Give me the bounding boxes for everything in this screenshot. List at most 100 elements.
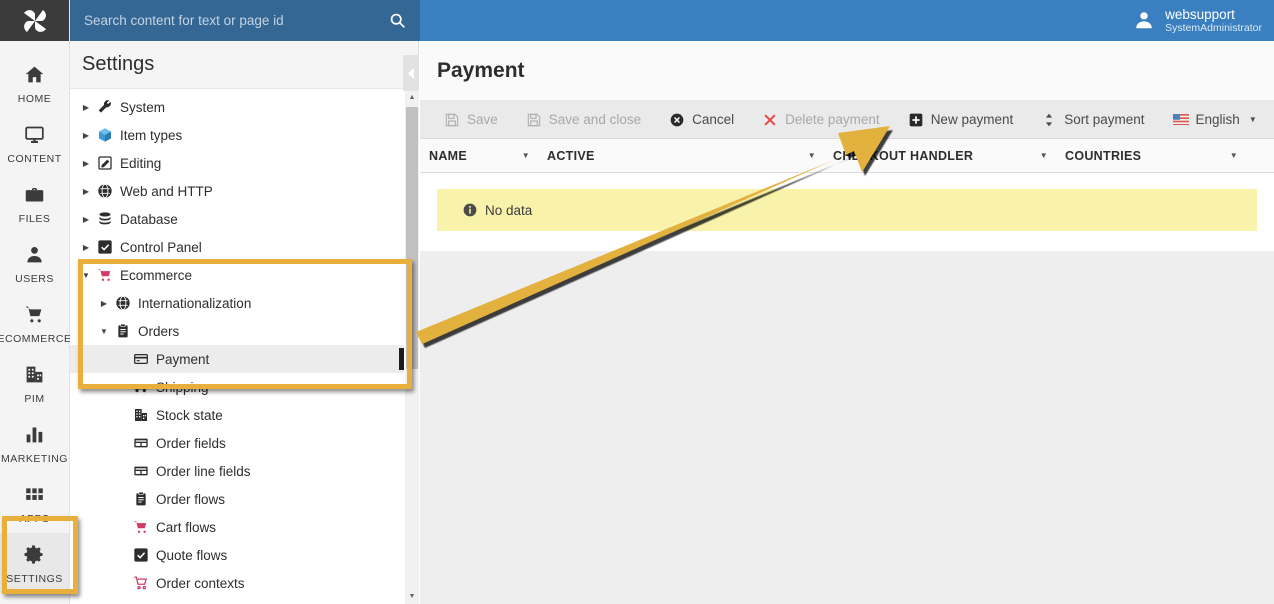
tree-node-label: Order flows bbox=[156, 491, 226, 507]
scroll-up-button[interactable]: ▲ bbox=[405, 89, 419, 105]
cancel-button[interactable]: Cancel bbox=[657, 105, 746, 135]
rail-item-apps[interactable]: APPS bbox=[0, 473, 69, 533]
rail-item-label: FILES bbox=[18, 212, 51, 225]
chevron-right-icon[interactable]: ▶ bbox=[78, 159, 94, 168]
no-data-banner: No data bbox=[437, 189, 1257, 231]
app-logo[interactable] bbox=[0, 0, 69, 41]
chevron-down-icon[interactable]: ▼ bbox=[78, 271, 94, 280]
grid-column-name[interactable]: NAME ▼ bbox=[420, 139, 538, 173]
tree-node-order-contexts[interactable]: Order contexts bbox=[70, 569, 404, 597]
rail-item-marketing[interactable]: MARKETING bbox=[0, 413, 69, 473]
column-menu-icon[interactable]: ▼ bbox=[1040, 151, 1048, 160]
selection-marker bbox=[399, 348, 404, 370]
content-header: Payment bbox=[420, 41, 1274, 101]
rail-item-label: ECOMMERCE bbox=[0, 332, 72, 345]
rail-item-label: APPS bbox=[19, 512, 50, 525]
rail-item-users[interactable]: USERS bbox=[0, 233, 69, 293]
english-button[interactable]: English ▼ bbox=[1161, 105, 1269, 135]
rail-item-settings[interactable]: SETTINGS bbox=[0, 533, 69, 593]
column-menu-icon[interactable]: ▼ bbox=[522, 151, 530, 160]
settings-tree-panel: Settings ▶ System ▶ Item types ▶ Editing ▶ Web … bbox=[70, 41, 419, 604]
tree-node-database[interactable]: ▶ Database bbox=[70, 205, 404, 233]
grid-column-checkout-handler[interactable]: CHECKOUT HANDLER ▼ bbox=[824, 139, 1056, 173]
tree-node-order-flows[interactable]: Order flows bbox=[70, 485, 404, 513]
tree-node-system[interactable]: ▶ System bbox=[70, 93, 404, 121]
save-and-close-button: Save and close bbox=[514, 105, 653, 135]
globe-icon bbox=[94, 183, 116, 199]
us-flag-icon bbox=[1172, 113, 1189, 126]
tree-node-quote-flows[interactable]: Quote flows bbox=[70, 541, 404, 569]
scroll-down-button[interactable]: ▼ bbox=[405, 588, 419, 604]
tree-node-control-panel[interactable]: ▶ Control Panel bbox=[70, 233, 404, 261]
card-icon bbox=[130, 351, 152, 367]
tree-node-cart-flows[interactable]: Cart flows bbox=[70, 513, 404, 541]
grid-column-active[interactable]: ACTIVE ▼ bbox=[538, 139, 824, 173]
toolbar-button-label: New payment bbox=[930, 112, 1014, 127]
tree-node-label: Item types bbox=[120, 127, 183, 143]
tree-node-ecommerce[interactable]: ▼ Ecommerce bbox=[70, 261, 404, 289]
search-icon[interactable] bbox=[389, 12, 406, 29]
tree-node-editing[interactable]: ▶ Editing bbox=[70, 149, 404, 177]
wrench-icon bbox=[94, 99, 116, 115]
floppy-icon bbox=[526, 112, 542, 128]
info-icon bbox=[463, 203, 477, 217]
checkbox-icon bbox=[130, 547, 152, 563]
rail-item-list: HOME CONTENT FILES USERS ECOMMERCE PIM MARKETI… bbox=[0, 41, 72, 604]
chevron-right-icon[interactable]: ▶ bbox=[78, 243, 94, 252]
rail-item-files[interactable]: FILES bbox=[0, 173, 69, 233]
tree-node-payment[interactable]: Payment bbox=[70, 345, 404, 373]
global-search-box[interactable] bbox=[70, 0, 420, 41]
bar-chart-icon bbox=[24, 422, 45, 448]
globe-icon bbox=[112, 295, 134, 311]
tree-node-shipping[interactable]: Shipping bbox=[70, 373, 404, 401]
chevron-right-icon[interactable]: ▶ bbox=[96, 299, 112, 308]
tree-node-label: Ecommerce bbox=[120, 267, 193, 283]
cart-icon bbox=[130, 519, 152, 535]
cart-icon bbox=[24, 302, 45, 328]
chevron-right-icon[interactable]: ▶ bbox=[78, 187, 94, 196]
chevron-down-icon[interactable]: ▼ bbox=[1249, 115, 1257, 124]
tree-scrollbar[interactable]: ▲ ▼ bbox=[405, 89, 419, 604]
chevron-down-icon[interactable]: ▼ bbox=[96, 327, 112, 336]
scrollbar-thumb[interactable] bbox=[406, 107, 418, 369]
grid-column-label: ACTIVE bbox=[547, 148, 595, 163]
main-content: Payment Save Save and close Cancel Delete p… bbox=[420, 41, 1274, 604]
user-name: websupport bbox=[1165, 6, 1235, 22]
toolbar-button-label: Save bbox=[467, 112, 498, 127]
column-menu-icon[interactable]: ▼ bbox=[1230, 151, 1238, 160]
tree-node-orders[interactable]: ▼ Orders bbox=[70, 317, 404, 345]
tree-node-item-types[interactable]: ▶ Item types bbox=[70, 121, 404, 149]
tree-node-web-and-http[interactable]: ▶ Web and HTTP bbox=[70, 177, 404, 205]
sort-icon bbox=[1041, 112, 1057, 128]
chevron-right-icon[interactable]: ▶ bbox=[78, 215, 94, 224]
column-menu-icon[interactable]: ▼ bbox=[808, 151, 816, 160]
clipboard-icon bbox=[112, 323, 134, 339]
rail-item-ecommerce[interactable]: ECOMMERCE bbox=[0, 293, 72, 353]
chevron-right-icon[interactable]: ▶ bbox=[78, 103, 94, 112]
home-icon bbox=[24, 62, 45, 88]
tree-node-stock-state[interactable]: Stock state bbox=[70, 401, 404, 429]
tree-node-order-line-fields[interactable]: Order line fields bbox=[70, 457, 404, 485]
content-title: Payment bbox=[437, 58, 525, 82]
rail-item-pim[interactable]: PIM bbox=[0, 353, 69, 413]
sort-payment-button[interactable]: Sort payment bbox=[1029, 105, 1156, 135]
tree-node-label: Quote flows bbox=[156, 547, 228, 563]
chevron-right-icon[interactable]: ▶ bbox=[78, 131, 94, 140]
grid-column-countries[interactable]: COUNTRIES ▼ bbox=[1056, 139, 1246, 173]
rail-item-home[interactable]: HOME bbox=[0, 53, 69, 113]
user-menu[interactable]: websupport SystemAdministrator bbox=[1133, 7, 1262, 35]
grid-column-label: COUNTRIES bbox=[1065, 148, 1142, 163]
toolbar-button-label: Save and close bbox=[548, 112, 642, 127]
tree-node-internationalization[interactable]: ▶ Internationalization bbox=[70, 289, 404, 317]
rail-item-label: PIM bbox=[24, 392, 45, 405]
no-data-text: No data bbox=[485, 202, 533, 218]
tree-node-order-fields[interactable]: Order fields bbox=[70, 429, 404, 457]
tree-node-label: Order line fields bbox=[156, 463, 251, 479]
new-payment-button[interactable]: New payment bbox=[896, 105, 1026, 135]
search-input[interactable] bbox=[84, 13, 389, 28]
rail-item-label: USERS bbox=[15, 272, 54, 285]
tree-collapse-button[interactable] bbox=[403, 55, 419, 91]
app-root: HOME CONTENT FILES USERS ECOMMERCE PIM MARKETI… bbox=[0, 0, 1274, 604]
cancel-icon bbox=[669, 112, 685, 128]
rail-item-content[interactable]: CONTENT bbox=[0, 113, 69, 173]
